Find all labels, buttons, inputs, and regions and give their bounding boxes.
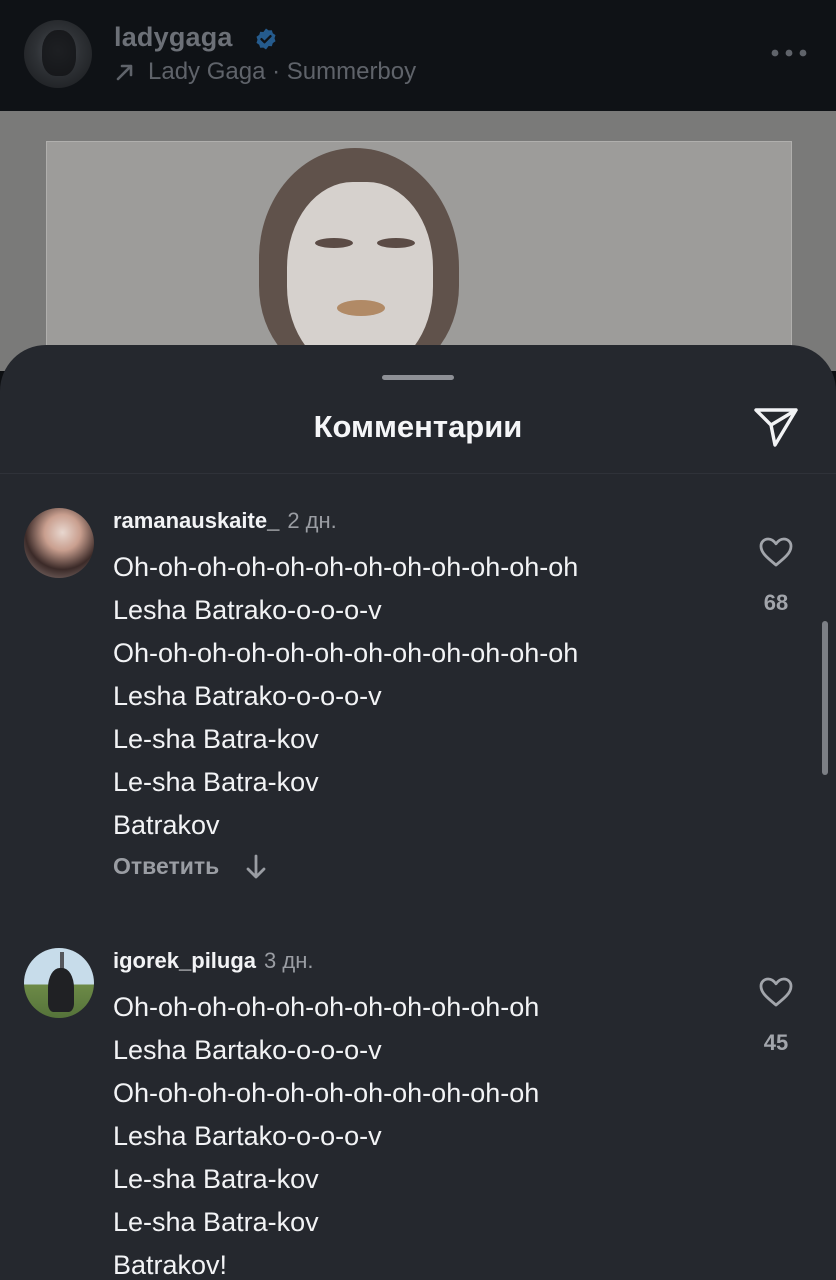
- comment-text-line: Le-sha Batra-kov: [113, 1164, 319, 1194]
- comment-text-line: Le-sha Batra-kov: [113, 1207, 319, 1237]
- comment-text-line: Le-sha Batra-kov: [113, 724, 319, 754]
- heart-icon[interactable]: [758, 976, 794, 1008]
- comment-text-line: Oh-oh-oh-oh-oh-oh-oh-oh-oh-oh-oh-oh: [113, 552, 579, 582]
- post-media-area: [0, 111, 836, 373]
- comments-title: Комментарии: [313, 409, 523, 444]
- heart-icon[interactable]: [758, 536, 794, 568]
- comment-text-line: Lesha Batrako-o-o-o-v: [113, 595, 382, 625]
- reply-button[interactable]: Ответить: [113, 853, 219, 880]
- audio-track-label: Lady Gaga · Summerboy: [148, 58, 417, 85]
- comment-time: 2 дн.: [287, 508, 337, 533]
- post-photo: [46, 141, 792, 373]
- verified-badge-icon: [256, 28, 276, 50]
- comment-text-line: Lesha Bartako-o-o-o-v: [113, 1121, 382, 1151]
- comment-text-line: Lesha Batrako-o-o-o-v: [113, 681, 382, 711]
- profile-avatar[interactable]: [24, 20, 92, 88]
- profile-username[interactable]: ladygaga: [114, 22, 233, 53]
- comment-username[interactable]: ramanauskaite_: [113, 508, 279, 534]
- comment-text-line: Le-sha Batra-kov: [113, 767, 319, 797]
- comment-text-line: Oh-oh-oh-oh-oh-oh-oh-oh-oh-oh-oh: [113, 1078, 540, 1108]
- reply-row: Ответить: [113, 853, 267, 880]
- like-count: 45: [763, 1030, 789, 1055]
- comment-text-line: Oh-oh-oh-oh-oh-oh-oh-oh-oh-oh-oh: [113, 992, 540, 1022]
- comment-meta: igorek_piluga 3 дн.: [113, 948, 314, 974]
- comment-text-line: Batrakov!: [113, 1250, 228, 1280]
- avatar[interactable]: [24, 948, 94, 1018]
- comment-text-line: Oh-oh-oh-oh-oh-oh-oh-oh-oh-oh-oh-oh: [113, 638, 579, 668]
- comment-text: Oh-oh-oh-oh-oh-oh-oh-oh-oh-oh-oh Lesha B…: [113, 986, 539, 1280]
- like-count: 68: [763, 590, 789, 615]
- sheet-grab-handle[interactable]: [382, 375, 454, 380]
- comment-meta: ramanauskaite_ 2 дн.: [113, 508, 337, 534]
- audio-track-link[interactable]: Lady Gaga · Summerboy: [114, 58, 416, 86]
- comment-text-line: Batrakov: [113, 810, 220, 840]
- comments-sheet: Комментарии ramanauskaite_ 2 дн. Oh-oh-o…: [0, 345, 836, 1280]
- post-header: ladygaga Lady Gaga · Summerboy: [0, 0, 836, 111]
- comments-scrollbar[interactable]: [822, 621, 828, 775]
- down-arrow-icon[interactable]: [245, 854, 267, 880]
- arrow-up-right-icon: [116, 64, 133, 81]
- more-icon[interactable]: [770, 44, 808, 62]
- avatar[interactable]: [24, 508, 94, 578]
- comment-time: 3 дн.: [264, 948, 314, 973]
- sheet-divider: [0, 473, 836, 474]
- comment-username[interactable]: igorek_piluga: [113, 948, 256, 974]
- send-icon[interactable]: [752, 405, 800, 449]
- comment-text-line: Lesha Bartako-o-o-o-v: [113, 1035, 382, 1065]
- comment-text: Oh-oh-oh-oh-oh-oh-oh-oh-oh-oh-oh-oh Lesh…: [113, 546, 578, 847]
